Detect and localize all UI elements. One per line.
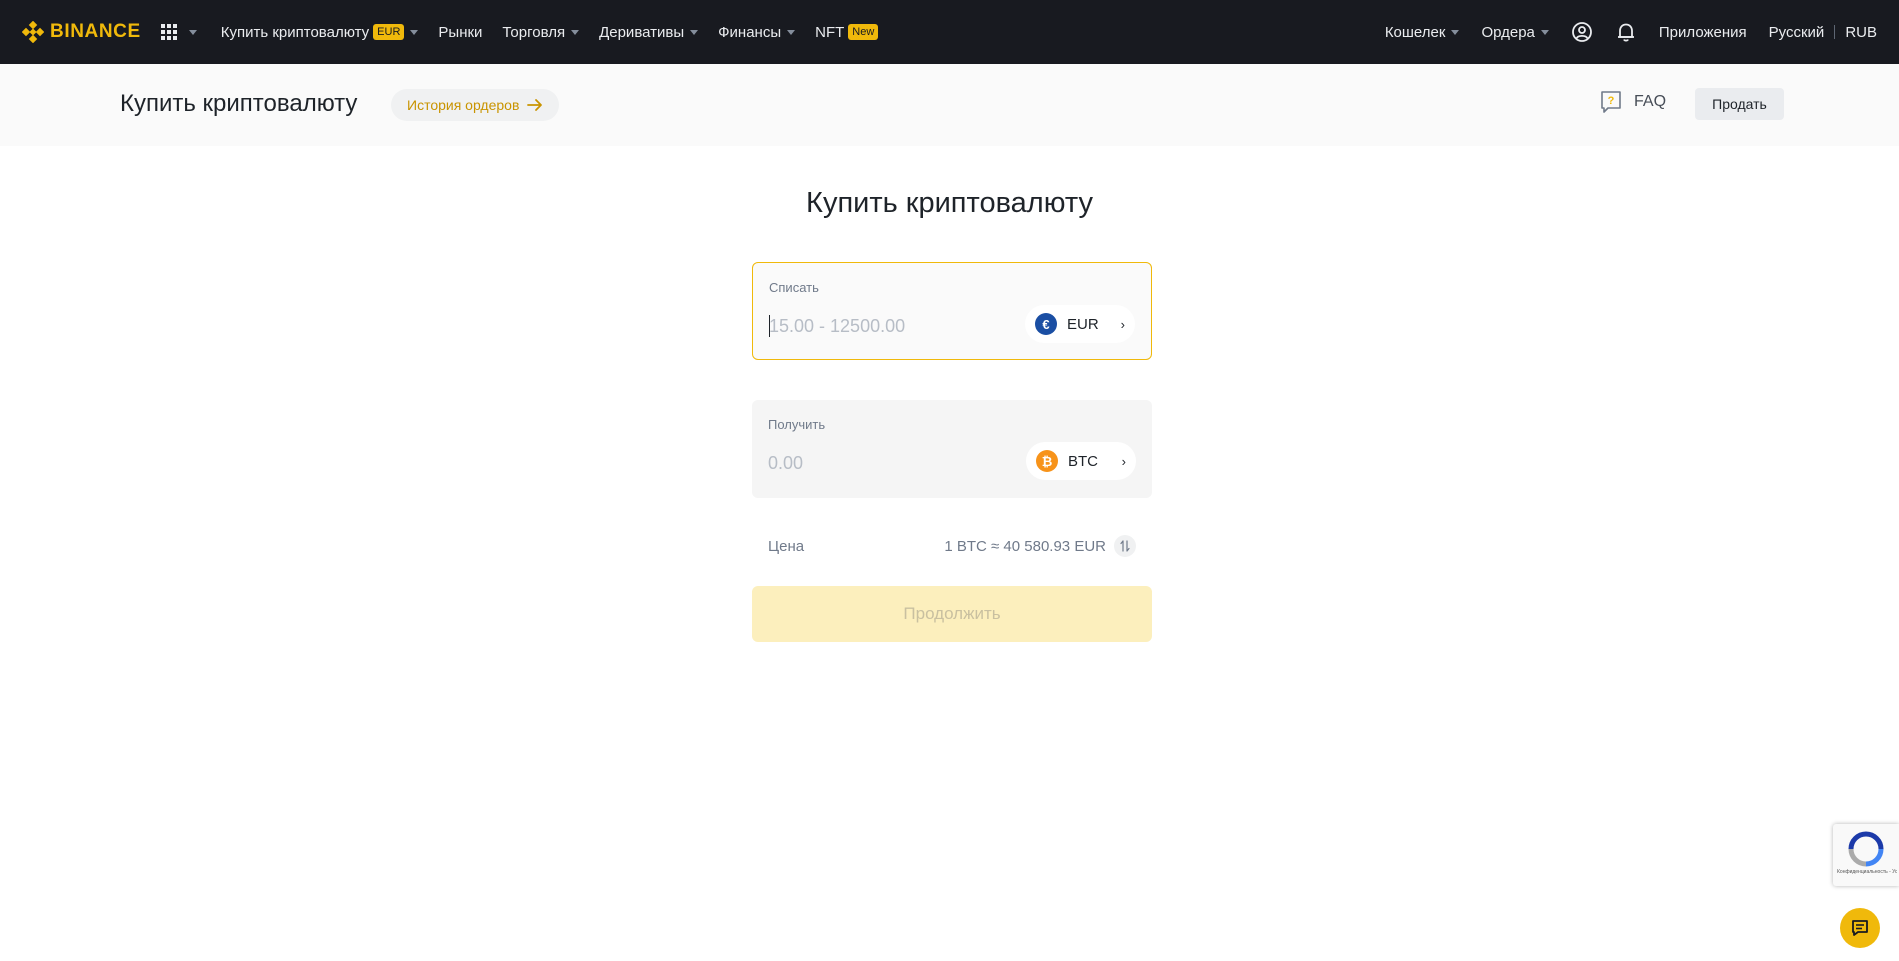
- chevron-down-icon: [1540, 29, 1549, 35]
- nav-apps-label: Приложения: [1658, 23, 1747, 41]
- notifications-button[interactable]: [1615, 21, 1637, 43]
- main-title: Купить криптовалюту: [806, 187, 1093, 219]
- user-icon: [1571, 22, 1592, 42]
- spend-amount-input[interactable]: [769, 311, 1009, 341]
- currency-label: RUB: [1845, 23, 1877, 41]
- nav-orders[interactable]: Ордера: [1481, 23, 1549, 41]
- order-history-button[interactable]: История ордеров: [391, 89, 560, 121]
- binance-logo[interactable]: BINANCE: [22, 21, 141, 43]
- nav-trade-label: Торговля: [502, 23, 566, 41]
- nav-orders-label: Ордера: [1481, 23, 1535, 41]
- faq-link[interactable]: ? FAQ: [1600, 90, 1666, 114]
- new-badge: New: [848, 24, 879, 40]
- swap-rate-button[interactable]: [1114, 535, 1136, 557]
- nav-derivatives-label: Деривативы: [599, 23, 685, 41]
- text-cursor: [769, 315, 770, 337]
- svg-text:?: ?: [1608, 95, 1615, 107]
- receive-currency-label: BTC: [1068, 452, 1098, 470]
- chevron-down-icon: [188, 29, 197, 35]
- receive-amount-input[interactable]: [768, 448, 1008, 478]
- faq-label: FAQ: [1634, 93, 1667, 110]
- binance-logo-icon: [22, 21, 44, 43]
- language-label: Русский: [1768, 23, 1825, 41]
- nav-nft[interactable]: NFT New: [815, 23, 879, 41]
- bitcoin-icon: ₿: [1036, 450, 1058, 472]
- nav-finance-label: Финансы: [718, 23, 782, 41]
- sell-button[interactable]: Продать: [1695, 88, 1784, 120]
- nav-wallet-label: Кошелек: [1384, 23, 1446, 41]
- arrow-right-icon: [527, 99, 543, 111]
- order-history-label: История ордеров: [407, 97, 520, 113]
- top-nav: BINANCE Купить криптовалюту EUR Рынки То…: [0, 0, 1899, 64]
- chat-icon: [1852, 920, 1868, 936]
- currency-selector[interactable]: RUB: [1845, 24, 1877, 41]
- chevron-right-icon: ›: [1121, 453, 1126, 469]
- spend-box: Списать € EUR ›: [752, 262, 1152, 360]
- recaptcha-badge[interactable]: Конфиденциальность - Условия использован…: [1833, 824, 1899, 886]
- faq-icon: ?: [1601, 91, 1621, 113]
- chevron-down-icon: [571, 29, 580, 35]
- nav-right: Кошелек Ордера Приложения Русский RUB: [1385, 21, 1877, 43]
- spend-currency-label: EUR: [1067, 315, 1099, 333]
- user-profile-button[interactable]: [1571, 21, 1593, 43]
- chevron-down-icon: [787, 29, 796, 35]
- price-label: Цена: [768, 537, 805, 555]
- chevron-down-icon: [410, 29, 419, 35]
- chevron-right-icon: ›: [1120, 316, 1125, 332]
- main-panel: Купить криптовалюту Списать € EUR › Полу…: [0, 146, 1899, 961]
- receive-currency-selector[interactable]: ₿ BTC ›: [1026, 442, 1136, 480]
- recaptcha-text: Конфиденциальность - Условия использован…: [1837, 869, 1897, 875]
- spend-currency-selector[interactable]: € EUR ›: [1025, 305, 1135, 343]
- sub-header: Купить криптовалюту История ордеров ? FA…: [0, 64, 1899, 146]
- grid-icon: [160, 24, 177, 40]
- receive-label: Получить: [768, 417, 826, 432]
- chevron-down-icon: [1451, 29, 1460, 35]
- receive-box: Получить ₿ BTC ›: [752, 400, 1152, 498]
- page-title: Купить криптовалюту: [120, 90, 358, 117]
- euro-icon: €: [1035, 313, 1057, 335]
- nav-buy-crypto[interactable]: Купить криптовалюту EUR: [221, 24, 419, 41]
- price-value: 1 BTC ≈ 40 580.93 EUR: [944, 537, 1106, 555]
- currency-badge: EUR: [373, 24, 405, 40]
- nav-markets-label: Рынки: [438, 23, 483, 41]
- price-row: Цена 1 BTC ≈ 40 580.93 EUR: [752, 533, 1152, 559]
- recaptcha-icon: [1848, 831, 1884, 867]
- bell-icon: [1617, 23, 1634, 42]
- swap-icon: [1120, 540, 1130, 552]
- apps-grid-menu[interactable]: [160, 24, 197, 40]
- chat-support-button[interactable]: [1840, 908, 1880, 948]
- nav-trade[interactable]: Торговля: [502, 23, 580, 41]
- nav-buy-crypto-label: Купить криптовалюту: [220, 23, 370, 41]
- nav-wallet[interactable]: Кошелек: [1385, 24, 1460, 41]
- continue-button[interactable]: Продолжить: [752, 586, 1152, 642]
- nav-apps[interactable]: Приложения: [1659, 24, 1747, 41]
- language-selector[interactable]: Русский: [1769, 24, 1825, 41]
- nav-markets[interactable]: Рынки: [438, 24, 482, 41]
- spend-label: Списать: [769, 280, 819, 295]
- nav-derivatives[interactable]: Деривативы: [599, 23, 699, 41]
- nav-nft-label: NFT: [815, 23, 845, 41]
- logo-text: BINANCE: [50, 21, 141, 42]
- chevron-down-icon: [690, 29, 699, 35]
- nav-divider: [1834, 25, 1836, 39]
- nav-finance[interactable]: Финансы: [718, 23, 796, 41]
